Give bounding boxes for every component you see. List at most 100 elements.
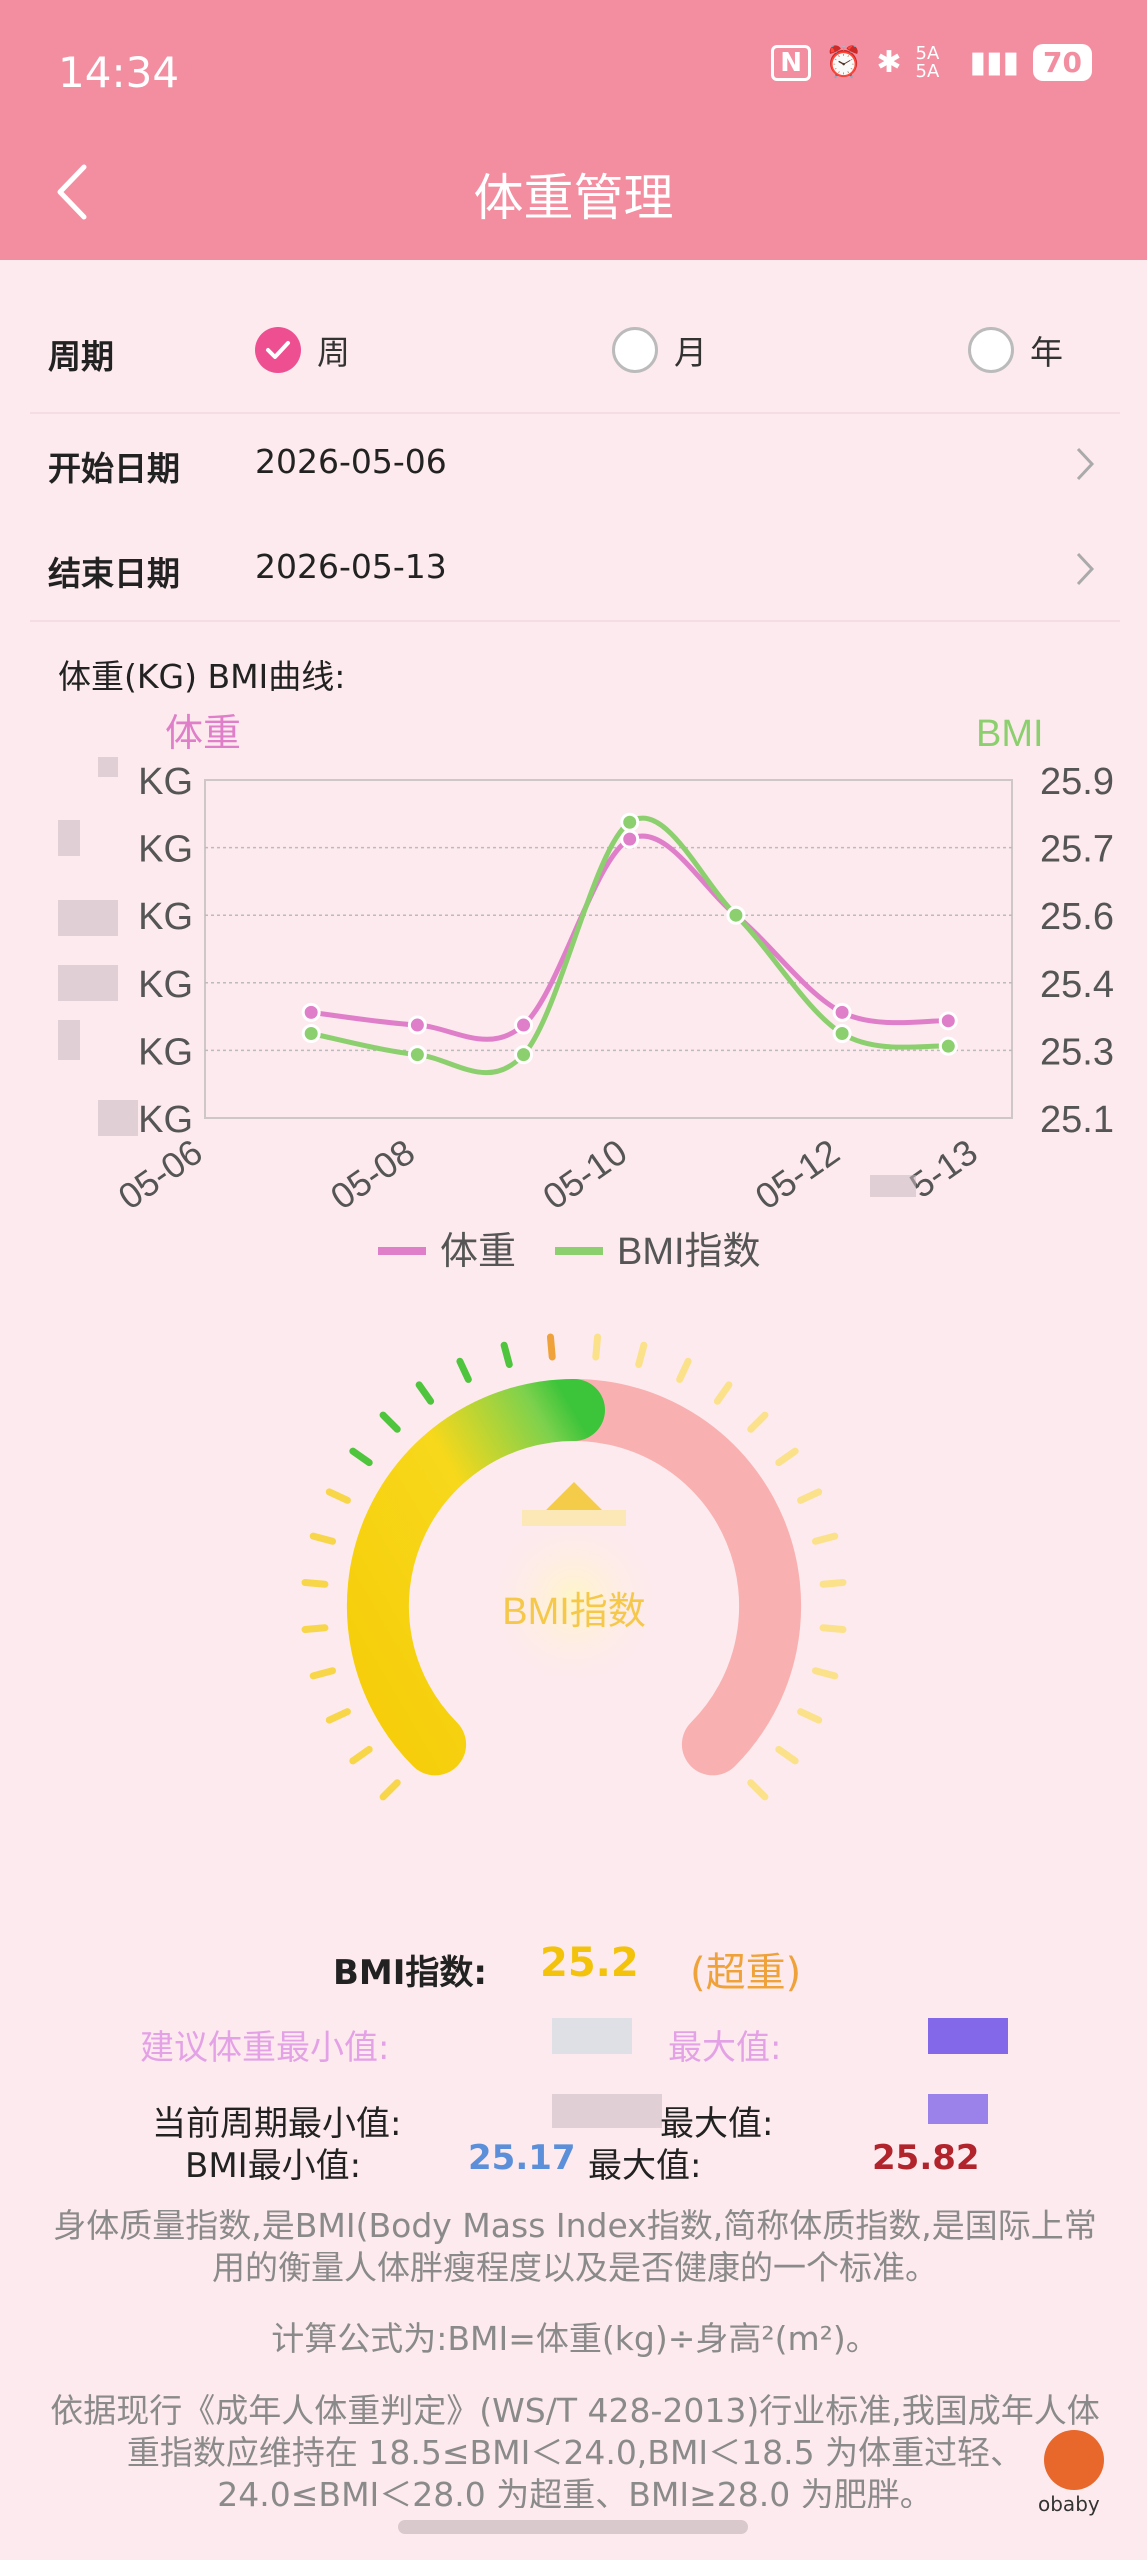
period-option-year[interactable]: 年 [968, 326, 1063, 374]
gauge-tick [797, 1708, 823, 1724]
battery-level: 70 [1033, 44, 1092, 81]
legend-label-weight: 体重 [440, 1231, 516, 1273]
left-tick-label: KG [138, 761, 193, 803]
radio-checked-icon [255, 327, 301, 373]
gauge-pointer-base [522, 1510, 626, 1526]
data-point [301, 1024, 321, 1043]
redacted-pixels [870, 1175, 916, 1197]
signal-icon: ▮▮▮ [969, 45, 1020, 80]
x-tick-label: 05-06 [111, 1131, 210, 1217]
period-label: 周期 [48, 337, 114, 376]
gauge-tick [635, 1341, 648, 1369]
gauge-tick [775, 1447, 799, 1467]
divider [30, 620, 1120, 622]
gauge-tick [415, 1381, 435, 1405]
gauge-tick [775, 1745, 799, 1765]
gauge-pointer-icon [546, 1482, 602, 1510]
end-date-row[interactable]: 结束日期 2026-05-13 [0, 519, 1147, 619]
redacted-pixels [98, 757, 118, 777]
x-tick-label: 05-08 [323, 1131, 422, 1217]
gauge-tick [811, 1667, 839, 1680]
chevron-right-icon [1076, 552, 1095, 586]
end-date-label: 结束日期 [48, 554, 180, 593]
gauge-tick [301, 1578, 329, 1588]
right-axis-title: BMI [976, 713, 1044, 755]
left-tick-label: KG [138, 829, 193, 871]
bmi-standard: 依据现行《成年人体重判定》(WS/T 428-2013)行业标准,我国成年人体重… [50, 2391, 1100, 2508]
watermark-text: obaby [1038, 2492, 1100, 2516]
bmi-gauge: BMI指数 [301, 1333, 847, 1801]
start-date-label: 开始日期 [48, 449, 180, 488]
bmi-max-label: 最大值: [588, 2146, 702, 2186]
legend-swatch-weight [378, 1247, 426, 1255]
data-point [832, 1002, 852, 1022]
gauge-tick [676, 1357, 692, 1383]
data-point [301, 1002, 321, 1022]
redacted-pixels [58, 1020, 80, 1060]
gauge-tick [713, 1381, 733, 1405]
status-bar: 14:34 N ⏰ ✱ 5A 5A ▮▮▮ 70 [0, 0, 1147, 150]
period-option-label: 周 [317, 333, 350, 372]
redacted-pixels [58, 900, 118, 936]
end-date-value: 2026-05-13 [255, 547, 447, 586]
gauge-tick [379, 1779, 401, 1801]
data-point [407, 1015, 427, 1035]
legend-label-bmi: BMI指数 [617, 1231, 761, 1273]
gauge-tick [325, 1708, 351, 1724]
period-option-label: 月 [674, 333, 707, 372]
bmi-label: BMI指数: [333, 1953, 487, 1993]
gauge-tick [747, 1779, 769, 1801]
status-time: 14:34 [58, 48, 180, 97]
gauge-tick [349, 1447, 373, 1467]
bmi-value: 25.2 [540, 1940, 639, 1986]
left-axis-ticks: KGKGKGKGKGKG [138, 761, 193, 1141]
start-date-value: 2026-05-06 [255, 442, 447, 481]
gauge-tick [797, 1488, 823, 1504]
gauge-tick [325, 1488, 351, 1504]
nfc-icon: N [771, 44, 811, 81]
chart-legend: 体重 BMI指数 [378, 1231, 761, 1273]
gauge-tick [379, 1411, 401, 1433]
redacted-pixels [928, 2094, 988, 2124]
bmi-status-badge: (超重) [690, 1950, 802, 1996]
suggest-weight-min-label: 建议体重最小值: [140, 2028, 390, 2068]
network-label: 5A 5A [915, 42, 940, 82]
x-axis-ticks: 05-06 05-08 05-10 05-12 5-13 [111, 1131, 985, 1217]
data-point [620, 829, 640, 849]
period-row: 周期 周 月 年 [0, 300, 1147, 400]
right-tick-label: 25.6 [1040, 896, 1114, 938]
gauge-label: BMI指数 [502, 1591, 646, 1633]
left-tick-label: KG [138, 964, 193, 1006]
home-indicator[interactable] [398, 2520, 748, 2534]
start-date-row[interactable]: 开始日期 2026-05-06 [0, 414, 1147, 514]
left-tick-label: KG [138, 1031, 193, 1073]
period-option-label: 年 [1030, 333, 1063, 372]
redacted-pixels [98, 1100, 138, 1136]
series-line-0 [310, 833, 949, 1042]
bmi-min-label: BMI最小值: [185, 2146, 362, 2186]
gauge-tick [819, 1578, 847, 1588]
gauge-tick [546, 1333, 556, 1361]
period-option-week[interactable]: 周 [255, 326, 350, 374]
radio-unchecked-icon [612, 327, 658, 373]
redacted-pixels [552, 2018, 632, 2054]
bmi-formula: 计算公式为:BMI=体重(kg)÷身高²(m²)。 [271, 2319, 879, 2358]
right-tick-label: 25.9 [1040, 761, 1114, 803]
left-axis-title: 体重 [165, 713, 241, 755]
right-axis-ticks: 25.9 25.7 25.6 25.4 25.3 25.1 [1040, 761, 1114, 1141]
bmi-description: 身体质量指数,是BMI(Body Mass Index指数,简称体质指数,是国际… [53, 2206, 1097, 2287]
page-title: 体重管理 [473, 169, 674, 227]
gauge-tick [301, 1624, 329, 1634]
gauge-tick [500, 1341, 513, 1369]
chart-grid [204, 779, 1013, 1119]
data-point [514, 1045, 534, 1065]
chevron-right-icon [1076, 447, 1095, 481]
bmi-max-value: 25.82 [872, 2138, 980, 2178]
period-option-month[interactable]: 月 [612, 326, 707, 374]
chart-series [301, 812, 958, 1076]
data-point [938, 1011, 958, 1031]
bluetooth-icon: ✱ [876, 45, 902, 80]
right-tick-label: 25.7 [1040, 829, 1114, 871]
bmi-min-value: 25.17 [468, 2138, 576, 2178]
plot-frame [204, 779, 1013, 1119]
